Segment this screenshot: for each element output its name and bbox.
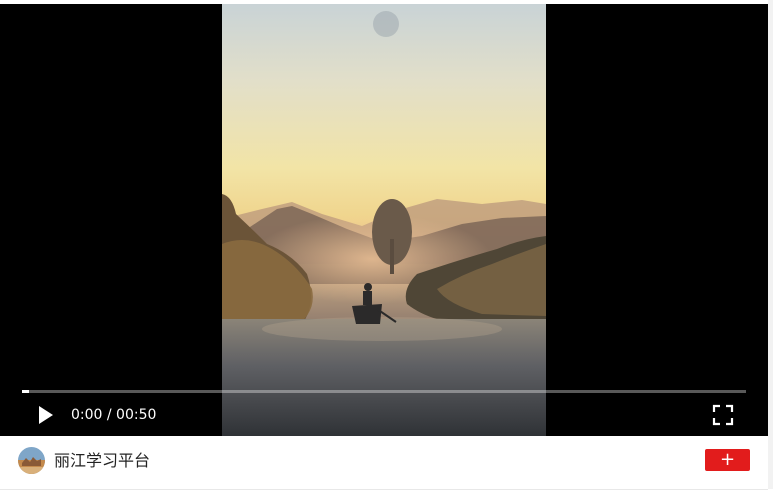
- video-frame[interactable]: [222, 4, 546, 436]
- follow-button[interactable]: +: [705, 449, 750, 471]
- video-still-image: [222, 4, 546, 436]
- channel-bar: 丽江学习平台 +: [0, 436, 768, 490]
- fullscreen-button[interactable]: [712, 404, 734, 426]
- page-gutter: [768, 0, 773, 489]
- progress-fill: [22, 390, 30, 393]
- video-player[interactable]: 0:00 / 00:50: [0, 4, 768, 436]
- play-icon: [39, 406, 53, 424]
- play-button[interactable]: [34, 404, 56, 426]
- fullscreen-icon: [712, 404, 734, 426]
- avatar[interactable]: [18, 447, 45, 474]
- channel-name[interactable]: 丽江学习平台: [54, 451, 150, 471]
- avatar-image: [18, 447, 45, 474]
- time-display: 0:00 / 00:50: [71, 407, 157, 423]
- progress-bar[interactable]: [22, 390, 746, 393]
